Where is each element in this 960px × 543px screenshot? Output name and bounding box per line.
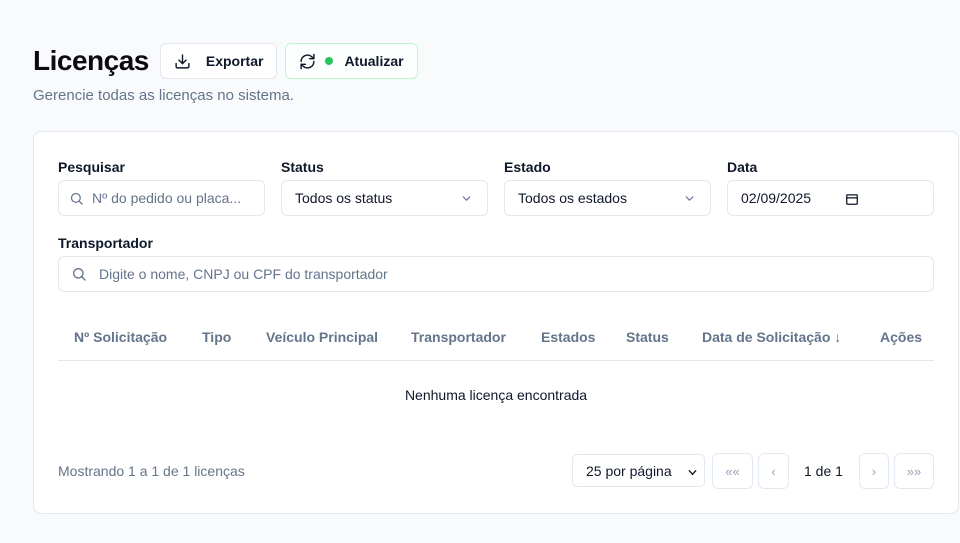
page-indicator: 1 de 1 xyxy=(804,463,843,479)
per-page-select[interactable]: 25 por página xyxy=(572,454,705,487)
chevron-right-icon: › xyxy=(871,463,877,479)
chevron-left-icon: ‹ xyxy=(771,463,776,479)
per-page-value: 25 por página xyxy=(586,462,672,479)
status-label: Status xyxy=(281,159,324,175)
column-header-request-date[interactable]: Data de Solicitação ↓ xyxy=(702,329,841,345)
search-input[interactable]: Nº do pedido ou placa... xyxy=(58,180,265,216)
next-page-button[interactable]: › xyxy=(859,453,889,489)
carrier-placeholder: Digite o nome, CNPJ ou CPF do transporta… xyxy=(99,266,388,282)
update-button[interactable]: Atualizar xyxy=(285,43,418,79)
page-title: Licenças xyxy=(33,45,149,76)
first-page-button[interactable]: «« xyxy=(712,453,753,489)
column-header-states[interactable]: Estados xyxy=(541,329,595,345)
empty-table-message: Nenhuma licença encontrada xyxy=(404,387,588,403)
column-header-carrier[interactable]: Transportador xyxy=(411,329,506,345)
calendar-icon[interactable] xyxy=(845,192,859,206)
chevron-down-icon xyxy=(688,469,697,476)
status-select[interactable]: Todos os status xyxy=(281,180,488,216)
carrier-search-input[interactable]: Digite o nome, CNPJ ou CPF do transporta… xyxy=(58,256,934,292)
pagination-summary: Mostrando 1 a 1 de 1 licenças xyxy=(58,463,245,479)
search-label: Pesquisar xyxy=(58,159,125,175)
update-button-label: Atualizar xyxy=(344,53,404,69)
date-input-value: 02/09/2025 xyxy=(741,190,812,206)
date-label: Data xyxy=(727,159,758,175)
export-button[interactable]: Exportar xyxy=(159,43,278,79)
licenses-card: Pesquisar Nº do pedido ou placa... Statu… xyxy=(33,131,959,514)
status-select-value: Todos os status xyxy=(295,190,393,206)
search-icon xyxy=(73,268,86,281)
page-header: Licenças Exportar Atualizar xyxy=(33,43,426,79)
table-header: Nº Solicitação Tipo Veículo Principal Tr… xyxy=(58,317,934,361)
column-header-actions: Ações xyxy=(880,329,923,345)
search-placeholder: Nº do pedido ou placa... xyxy=(92,190,242,206)
state-label: Estado xyxy=(504,159,551,175)
column-header-main-vehicle[interactable]: Veículo Principal xyxy=(266,329,378,345)
state-select-value: Todos os estados xyxy=(518,190,627,206)
state-select[interactable]: Todos os estados xyxy=(504,180,711,216)
date-input[interactable]: 02/09/2025 xyxy=(727,180,934,216)
refresh-icon xyxy=(300,53,316,69)
search-icon xyxy=(70,192,83,205)
column-header-type[interactable]: Tipo xyxy=(202,329,231,345)
chevron-down-icon xyxy=(685,196,694,201)
previous-page-button[interactable]: ‹ xyxy=(758,453,789,489)
last-page-button[interactable]: »» xyxy=(894,453,934,489)
chevron-down-icon xyxy=(462,196,471,201)
export-button-label: Exportar xyxy=(205,53,264,69)
first-page-icon: «« xyxy=(725,463,740,479)
carrier-label: Transportador xyxy=(58,235,153,251)
page-subtitle: Gerencie todas as licenças no sistema. xyxy=(33,87,294,104)
status-dot-icon xyxy=(325,57,334,65)
column-header-status[interactable]: Status xyxy=(626,329,669,345)
download-icon xyxy=(175,53,190,69)
last-page-icon: »» xyxy=(906,463,922,479)
column-header-request-number[interactable]: Nº Solicitação xyxy=(74,329,167,345)
